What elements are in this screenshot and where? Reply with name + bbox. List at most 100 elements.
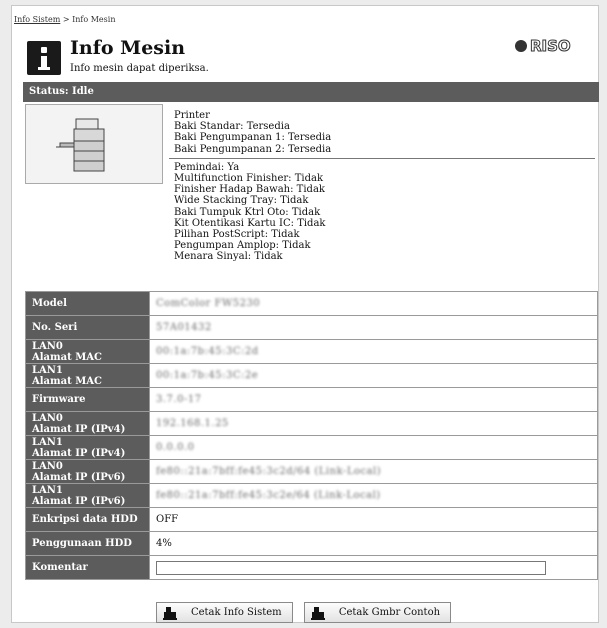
page-subtitle: Info mesin dapat diperiksa.: [70, 63, 209, 74]
spec-line: Wide Stacking Tray: Tidak: [174, 195, 309, 207]
machine-specs: Printer Baki Standar: Tersedia Baki Pengum…: [169, 110, 595, 263]
row-label: LAN1 Alamat MAC: [25, 363, 150, 388]
row-value: fe80::21a:7bff:fe45:3c2e/64 (Link-Local): [149, 483, 598, 508]
info-icon: [27, 41, 61, 75]
printer-icon: [162, 606, 177, 620]
row-label-line: Alamat MAC: [32, 351, 102, 363]
row-value-text: OFF: [156, 514, 179, 525]
row-label-line: Alamat IP (IPv6): [32, 471, 126, 483]
table-row: Enkripsi data HDD OFF: [25, 507, 598, 532]
row-value-text: 4%: [156, 538, 172, 549]
row-value-text: ComColor FW5230: [156, 298, 261, 309]
row-label-line: Alamat IP (IPv4): [32, 423, 126, 435]
row-value-text: 00:1a:7b:45:3C:2d: [156, 346, 259, 357]
row-label: LAN0 Alamat MAC: [25, 339, 150, 364]
table-row: Penggunaan HDD 4%: [25, 531, 598, 556]
table-row: LAN1 Alamat IP (IPv6) fe80::21a:7bff:fe45:…: [25, 483, 598, 508]
row-value-text: 57A01432: [156, 322, 212, 333]
row-label-line: Alamat MAC: [32, 375, 102, 387]
print-system-info-label: Cetak Info Sistem: [190, 607, 282, 618]
row-label: LAN1 Alamat IP (IPv4): [25, 435, 150, 460]
row-label: Komentar: [25, 555, 150, 580]
row-value-text: 00:1a:7b:45:3C:2e: [156, 370, 259, 381]
table-row: LAN0 Alamat IP (IPv4) 192.168.1.25: [25, 411, 598, 436]
row-value-text: fe80::21a:7bff:fe45:3c2d/64 (Link-Local): [156, 466, 382, 477]
page-title: Info Mesin: [70, 37, 186, 59]
row-label-line: LAN1: [32, 484, 63, 496]
specs-group-printer: Printer Baki Standar: Tersedia Baki Pengum…: [174, 110, 595, 155]
row-value-text: 192.168.1.25: [156, 418, 229, 429]
row-value: 192.168.1.25: [149, 411, 598, 436]
printer-icon: [310, 606, 325, 620]
row-value: 57A01432: [149, 315, 598, 340]
print-system-info-button[interactable]: Cetak Info Sistem: [155, 602, 293, 623]
row-label-line: LAN0: [32, 460, 63, 472]
row-label: Model: [25, 291, 150, 316]
row-value: ComColor FW5230: [149, 291, 598, 316]
breadcrumb-link-info-sistem[interactable]: Info Sistem: [14, 15, 60, 24]
spec-line: Printer: [174, 110, 210, 121]
specs-divider: [169, 157, 595, 159]
table-row: LAN1 Alamat IP (IPv4) 0.0.0.0: [25, 435, 598, 460]
breadcrumb: Info Sistem > Info Mesin: [14, 15, 115, 24]
status-bar: Status: Idle: [23, 82, 599, 102]
row-label-line: Penggunaan HDD: [32, 538, 132, 549]
machine-info-table: Model ComColor FW5230 No. Seri 57A01432 LAN0…: [25, 291, 598, 580]
row-value-text: 0.0.0.0: [156, 442, 195, 453]
row-value: 00:1a:7b:45:3C:2e: [149, 363, 598, 388]
breadcrumb-separator: >: [62, 15, 70, 24]
row-label: Firmware: [25, 387, 150, 412]
row-label-line: LAN0: [32, 412, 63, 424]
table-row: No. Seri 57A01432: [25, 315, 598, 340]
row-value-text: fe80::21a:7bff:fe45:3c2e/64 (Link-Local): [156, 490, 381, 501]
table-row: LAN1 Alamat MAC 00:1a:7b:45:3C:2e: [25, 363, 598, 388]
comment-cell[interactable]: [149, 555, 598, 580]
row-value: OFF: [149, 507, 598, 532]
spec-line: Kit Otentikasi Kartu IC: Tidak: [174, 217, 326, 229]
row-label: LAN0 Alamat IP (IPv6): [25, 459, 150, 484]
print-sample-button[interactable]: Cetak Gmbr Contoh: [303, 602, 452, 623]
row-value: fe80::21a:7bff:fe45:3c2d/64 (Link-Local): [149, 459, 598, 484]
row-value-text: 3.7.0-17: [156, 394, 202, 405]
spec-line: Baki Standar: Tersedia: [174, 121, 290, 133]
spec-line: Multifunction Finisher: Tidak: [174, 173, 324, 185]
row-label: Penggunaan HDD: [25, 531, 150, 556]
spec-line: Pilihan PostScript: Tidak: [174, 229, 300, 241]
printer-icon: [56, 118, 105, 172]
row-label: No. Seri: [25, 315, 150, 340]
row-label-line: Alamat IP (IPv6): [32, 495, 126, 507]
button-bar: Cetak Info Sistem Cetak Gmbr Contoh: [0, 602, 607, 623]
row-label-line: LAN0: [32, 340, 63, 352]
row-label-line: Alamat IP (IPv4): [32, 447, 126, 459]
row-value: 3.7.0-17: [149, 387, 598, 412]
spec-line: Baki Pengumpanan 1: Tersedia: [174, 132, 332, 144]
table-row: LAN0 Alamat MAC 00:1a:7b:45:3C:2d: [25, 339, 598, 364]
spec-line: Pengumpan Amplop: Tidak: [174, 240, 311, 252]
specs-group-options: Pemindai: Ya Multifunction Finisher: Tida…: [174, 162, 595, 263]
spec-line: Finisher Hadap Bawah: Tidak: [174, 184, 325, 196]
spec-line: Pemindai: Ya: [174, 161, 240, 173]
table-row: Firmware 3.7.0-17: [25, 387, 598, 412]
table-row: Model ComColor FW5230: [25, 291, 598, 316]
spec-line: Baki Pengumpanan 2: Tersedia: [174, 143, 332, 155]
row-label-line: LAN1: [32, 436, 63, 448]
spec-line: Baki Tumpuk Ktrl Oto: Tidak: [174, 206, 321, 218]
row-label-line: LAN1: [32, 364, 63, 376]
riso-logo: RISO: [515, 37, 585, 56]
row-label-line: Firmware: [32, 394, 86, 405]
row-value: 0.0.0.0: [149, 435, 598, 460]
logo-text: RISO: [530, 37, 572, 56]
print-sample-label: Cetak Gmbr Contoh: [338, 607, 441, 618]
row-label: Enkripsi data HDD: [25, 507, 150, 532]
row-value: 4%: [149, 531, 598, 556]
breadcrumb-current: Info Mesin: [72, 15, 116, 24]
spec-line: Menara Sinyal: Tidak: [174, 251, 283, 263]
printer-image: [25, 104, 163, 184]
row-label-line: Komentar: [32, 562, 88, 573]
table-row: LAN0 Alamat IP (IPv6) fe80::21a:7bff:fe45:…: [25, 459, 598, 484]
row-label: LAN0 Alamat IP (IPv4): [25, 411, 150, 436]
row-value: 00:1a:7b:45:3C:2d: [149, 339, 598, 364]
comment-input[interactable]: [156, 560, 546, 575]
table-row: Komentar: [25, 555, 598, 580]
row-label-line: No. Seri: [32, 322, 78, 333]
